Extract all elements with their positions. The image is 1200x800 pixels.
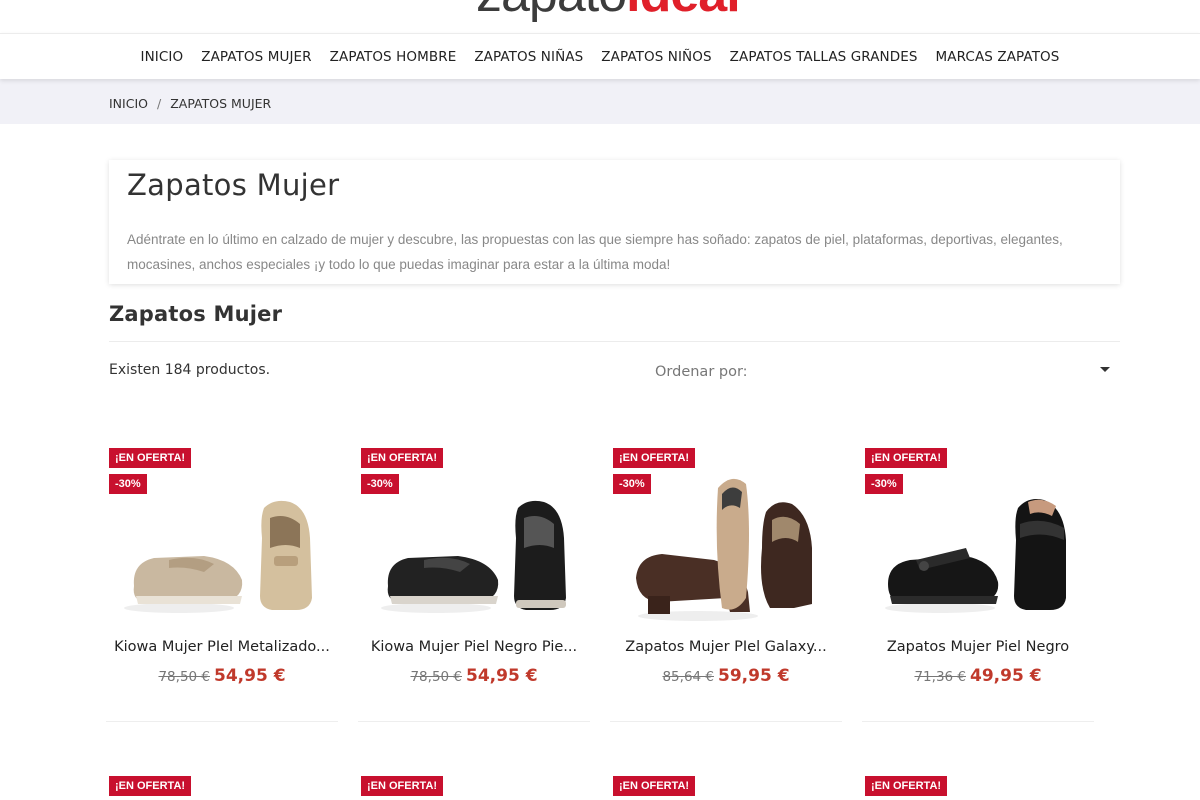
product-card[interactable]: ¡EN OFERTA! xyxy=(610,770,842,800)
offer-badge: ¡EN OFERTA! xyxy=(109,448,192,468)
sale-price: 54,95 € xyxy=(214,666,286,686)
breadcrumb-current[interactable]: ZAPATOS MUJER xyxy=(170,96,271,111)
product-card[interactable]: ¡EN OFERTA! xyxy=(358,770,590,800)
old-price: 78,50 € xyxy=(158,669,210,685)
product-name[interactable]: Zapatos Mujer PIel Galaxy... xyxy=(610,639,842,655)
breadcrumb-separator: / xyxy=(156,96,162,111)
offer-badge: ¡EN OFERTA! xyxy=(361,448,444,468)
nav-item-zapatos-mujer[interactable]: ZAPATOS MUJER xyxy=(192,49,320,65)
sale-price: 49,95 € xyxy=(970,666,1042,686)
nav-item-zapatos-ninos[interactable]: ZAPATOS NIÑOS xyxy=(592,49,720,65)
product-name[interactable]: Zapatos Mujer Piel Negro xyxy=(862,639,1094,655)
offer-badge: ¡EN OFERTA! xyxy=(109,776,192,796)
sort-label[interactable]: Ordenar por: xyxy=(655,364,748,380)
product-card[interactable]: ¡EN OFERTA! -30% Kiowa Mujer PIel Metali… xyxy=(106,432,338,722)
nav-item-zapatos-hombre[interactable]: ZAPATOS HOMBRE xyxy=(321,49,466,65)
product-card[interactable]: ¡EN OFERTA! -30% Zapatos Mujer PIel Gala… xyxy=(610,432,842,722)
site-logo[interactable]: zapatoideal xyxy=(476,0,741,23)
breadcrumb-bar: INICIO / ZAPATOS MUJER xyxy=(0,79,1200,124)
offer-badge: ¡EN OFERTA! xyxy=(865,776,948,796)
product-prices: 85,64 €59,95 € xyxy=(610,666,842,686)
card-divider xyxy=(106,721,338,722)
logo-text-part1: zapato xyxy=(476,0,627,23)
category-description: Adéntrate en lo último en calzado de muj… xyxy=(127,232,1063,272)
nav-item-inicio[interactable]: INICIO xyxy=(132,49,193,65)
listing-title: Zapatos Mujer xyxy=(109,302,283,326)
main-nav: INICIO ZAPATOS MUJER ZAPATOS HOMBRE ZAPA… xyxy=(0,33,1200,79)
old-price: 71,36 € xyxy=(914,669,966,685)
old-price: 78,50 € xyxy=(410,669,462,685)
product-image[interactable] xyxy=(114,468,334,628)
offer-badge: ¡EN OFERTA! xyxy=(361,776,444,796)
offer-badge: ¡EN OFERTA! xyxy=(613,448,696,468)
card-divider xyxy=(610,721,842,722)
breadcrumb: INICIO / ZAPATOS MUJER xyxy=(109,96,271,111)
product-image[interactable] xyxy=(366,468,586,628)
product-name[interactable]: Kiowa Mujer PIel Metalizado... xyxy=(106,639,338,655)
offer-badge: ¡EN OFERTA! xyxy=(865,448,948,468)
product-prices: 78,50 €54,95 € xyxy=(358,666,590,686)
product-image[interactable] xyxy=(618,468,838,628)
product-image[interactable] xyxy=(870,468,1090,628)
sale-price: 59,95 € xyxy=(718,666,790,686)
product-card[interactable]: ¡EN OFERTA! xyxy=(106,770,338,800)
sale-price: 54,95 € xyxy=(466,666,538,686)
offer-badge: ¡EN OFERTA! xyxy=(613,776,696,796)
category-title: Zapatos Mujer xyxy=(127,168,340,202)
nav-item-zapatos-ninas[interactable]: ZAPATOS NIÑAS xyxy=(465,49,592,65)
divider xyxy=(109,341,1120,342)
category-header: Zapatos Mujer Adéntrate en lo último en … xyxy=(109,160,1120,284)
product-prices: 71,36 €49,95 € xyxy=(862,666,1094,686)
logo-strip: zapatoideal xyxy=(0,0,1200,33)
product-card[interactable]: ¡EN OFERTA! -30% Zapatos Mujer Piel Negr… xyxy=(862,432,1094,722)
card-divider xyxy=(862,721,1094,722)
product-card[interactable]: ¡EN OFERTA! -30% Kiowa Mujer Piel Negro … xyxy=(358,432,590,722)
nav-item-tallas-grandes[interactable]: ZAPATOS TALLAS GRANDES xyxy=(721,49,927,65)
product-name[interactable]: Kiowa Mujer Piel Negro Pie... xyxy=(358,639,590,655)
product-count: Existen 184 productos. xyxy=(109,362,271,378)
product-card[interactable]: ¡EN OFERTA! xyxy=(862,770,1094,800)
sort-dropdown-caret-icon[interactable] xyxy=(1100,367,1110,372)
breadcrumb-home[interactable]: INICIO xyxy=(109,96,148,111)
nav-item-marcas-zapatos[interactable]: MARCAS ZAPATOS xyxy=(927,49,1069,65)
old-price: 85,64 € xyxy=(662,669,714,685)
logo-text-part2: ideal xyxy=(626,0,740,23)
product-prices: 78,50 €54,95 € xyxy=(106,666,338,686)
card-divider xyxy=(358,721,590,722)
